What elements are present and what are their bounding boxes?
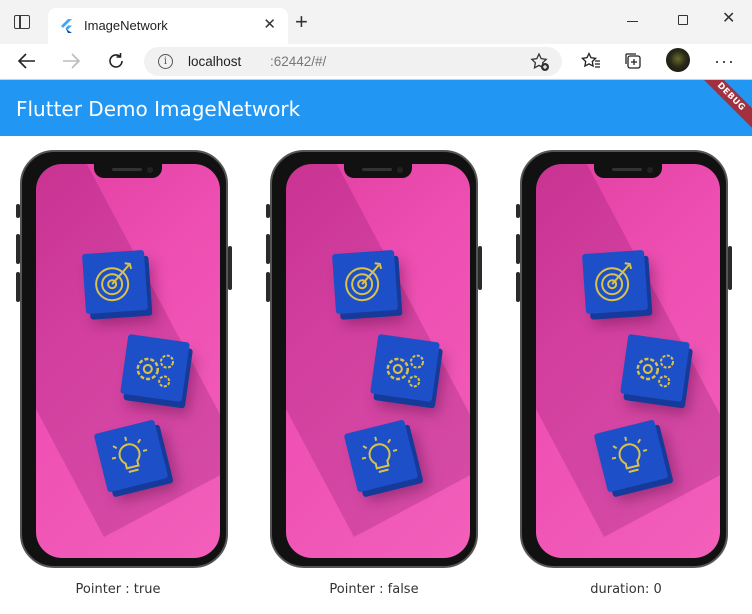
browser-toolbar: i localhost :62442/#/ ··· <box>0 44 752 80</box>
phone-speaker <box>612 168 642 171</box>
gears-icon <box>636 354 675 388</box>
favorites-button[interactable] <box>574 44 608 78</box>
forward-arrow-icon <box>63 53 80 69</box>
phone-body <box>20 150 228 568</box>
back-button[interactable] <box>10 44 44 78</box>
target-cube <box>81 249 149 315</box>
phone-side-button <box>478 246 482 290</box>
new-tab-icon[interactable]: + <box>295 11 308 33</box>
phone-body <box>520 150 728 568</box>
phone-caption: Pointer : true <box>75 582 161 597</box>
url-path: :62442/#/ <box>270 54 327 69</box>
refresh-button[interactable] <box>99 44 133 78</box>
target-cube <box>581 249 649 315</box>
phone-camera <box>147 167 153 173</box>
phone-caption: duration: 0 <box>590 582 662 597</box>
maximize-icon[interactable] <box>678 15 688 25</box>
flutter-favicon-icon <box>61 19 72 33</box>
profile-avatar[interactable] <box>666 48 690 72</box>
sidebar-toggle-icon[interactable] <box>14 15 30 29</box>
minimize-icon[interactable] <box>627 21 638 22</box>
phone-camera <box>647 167 653 173</box>
debug-banner: DEBUG <box>694 80 752 134</box>
add-favorite-icon[interactable] <box>530 52 550 72</box>
phone-body <box>270 150 478 568</box>
phone-speaker <box>112 168 142 171</box>
site-info-icon[interactable]: i <box>158 54 173 69</box>
phone-frame: Pointer : true <box>16 150 248 597</box>
app-content: Pointer : true Pointer: false duration:… <box>0 136 752 614</box>
refresh-icon <box>109 53 123 68</box>
phone-frame: duration: 0 <box>516 150 748 597</box>
collections-button[interactable] <box>616 44 650 78</box>
tab-title: ImageNetwork <box>84 18 168 33</box>
gears-cube <box>620 333 690 403</box>
phone-frame: Pointer : false <box>266 150 498 597</box>
forward-button[interactable] <box>54 44 88 78</box>
network-image[interactable] <box>536 164 720 558</box>
app-title: Flutter Demo ImageNetwork <box>16 97 301 121</box>
phone-camera <box>397 167 403 173</box>
app-bar: Flutter Demo ImageNetwork DEBUG <box>0 80 752 136</box>
phone-speaker <box>362 168 392 171</box>
settings-menu-icon[interactable]: ··· <box>714 52 735 70</box>
window-close-icon[interactable]: ✕ <box>722 10 735 28</box>
gears-cube <box>370 333 440 403</box>
network-image[interactable] <box>286 164 470 558</box>
gears-icon <box>386 354 425 388</box>
target-cube <box>331 249 399 315</box>
browser-titlebar: ImageNetwork ✕ + ✕ <box>0 0 752 44</box>
phone-caption: Pointer : false <box>329 582 419 597</box>
lightbulb-icon <box>361 436 398 473</box>
phone-side-button <box>728 246 732 290</box>
target-icon <box>595 262 633 302</box>
browser-tab[interactable]: ImageNetwork ✕ <box>48 8 288 44</box>
lightbulb-icon <box>611 436 648 473</box>
gears-icon <box>136 354 175 388</box>
phone-side-button <box>228 246 232 290</box>
collections-icon <box>625 53 641 69</box>
network-image[interactable] <box>36 164 220 558</box>
target-icon <box>95 262 133 302</box>
target-icon <box>345 262 383 302</box>
back-arrow-icon <box>18 53 35 69</box>
gears-cube <box>120 333 190 403</box>
favorites-icon <box>581 52 600 68</box>
lightbulb-icon <box>111 436 148 473</box>
url-host: localhost <box>188 54 242 69</box>
tab-close-icon[interactable]: ✕ <box>263 16 276 34</box>
address-bar[interactable]: i localhost :62442/#/ <box>144 47 562 76</box>
